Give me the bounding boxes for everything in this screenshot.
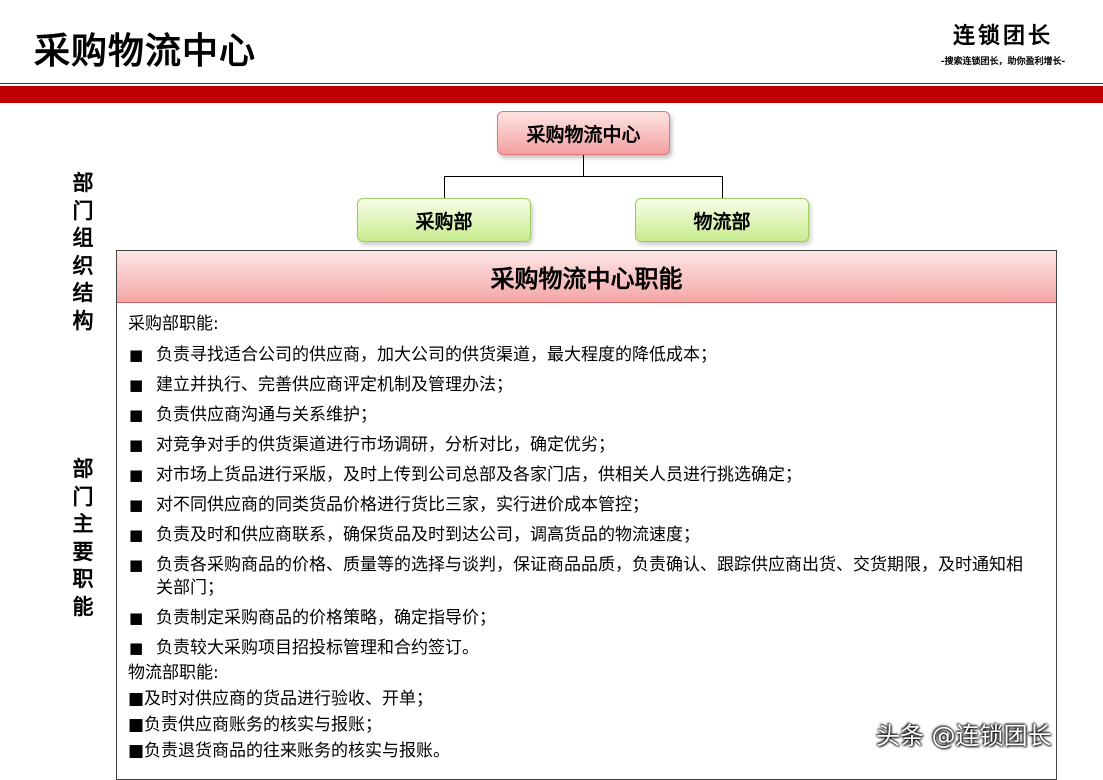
logistics-section-label: 物流部职能: — [128, 663, 219, 683]
connector-line — [444, 176, 723, 177]
list-item: ■ 对竞争对手的供货渠道进行市场调研，分析对比，确定优劣； — [129, 435, 615, 455]
side-label-functions: 部 门 主 要 职 能 — [72, 457, 94, 619]
bullet-icon: ■ — [129, 406, 144, 424]
list-item: ■ 负责各采购商品的价格、质量等的选择与谈判，保证商品品质，负责确认、跟踪供应商出… — [129, 555, 1023, 598]
panel-title: 采购物流中心职能 — [117, 251, 1056, 303]
connector-line — [444, 176, 445, 198]
list-item: ■及时对供应商的货品进行验收、开单； — [128, 689, 434, 709]
list-item: ■ 负责较大采购项目招投标管理和合约签订。 — [129, 638, 479, 658]
brand-logo: 连锁团长 -搜索连锁团长，助你盈利增长- — [928, 18, 1078, 67]
procurement-section-label: 采购部职能: — [128, 314, 219, 334]
bullet-icon: ■ — [129, 526, 144, 544]
list-item: ■ 对不同供应商的同类货品价格进行货比三家，实行进价成本管控； — [129, 495, 649, 515]
page-title: 采购物流中心 — [34, 31, 257, 72]
bullet-icon: ■ — [129, 639, 144, 657]
side-label-structure: 部 门 组 织 结 构 — [72, 171, 94, 333]
header-rule-thin — [0, 83, 1103, 84]
list-item: ■ 对市场上货品进行采版，及时上传到公司总部及各家门店，供相关人员进行挑选确定； — [129, 465, 802, 485]
list-item: ■ 建立并执行、完善供应商评定机制及管理办法； — [129, 375, 513, 395]
procurement-duty-list: ■ 负责寻找适合公司的供应商，加大公司的供货渠道，最大程度的降低成本； ■ 建立并执… — [128, 344, 1046, 660]
list-item: ■ 负责寻找适合公司的供应商，加大公司的供货渠道，最大程度的降低成本； — [129, 345, 717, 365]
connector-line — [583, 155, 584, 176]
bullet-icon: ■ — [129, 556, 144, 574]
connector-line — [722, 176, 723, 198]
panel-body: 采购部职能: ■ 负责寻找适合公司的供应商，加大公司的供货渠道，最大程度的降低成本… — [117, 303, 1056, 764]
bullet-icon: ■ — [129, 496, 144, 514]
functions-panel: 采购物流中心职能 采购部职能: ■ 负责寻找适合公司的供应商，加大公司的供货渠道，… — [116, 250, 1057, 780]
brand-slogan: -搜索连锁团长，助你盈利增长- — [940, 57, 1066, 67]
org-root-box: 采购物流中心 — [497, 111, 670, 155]
bullet-icon: ■ — [129, 466, 144, 484]
watermark: 头条 @连锁团长 — [876, 722, 1052, 750]
org-child-logistics: 物流部 — [635, 198, 809, 242]
brand-name: 连锁团长 — [952, 23, 1053, 49]
header-rule-thick — [0, 86, 1103, 103]
bullet-icon: ■ — [129, 376, 144, 394]
bullet-icon: ■ — [129, 436, 144, 454]
list-item: ■ 负责及时和供应商联系，确保货品及时到达公司，调高货品的物流速度； — [129, 525, 700, 545]
bullet-icon: ■ — [129, 346, 144, 364]
list-item: ■ 负责制定采购商品的价格策略，确定指导价； — [129, 608, 496, 628]
list-item: ■ 负责供应商沟通与关系维护； — [129, 405, 377, 425]
org-child-procurement: 采购部 — [357, 198, 531, 242]
bullet-icon: ■ — [129, 609, 144, 627]
